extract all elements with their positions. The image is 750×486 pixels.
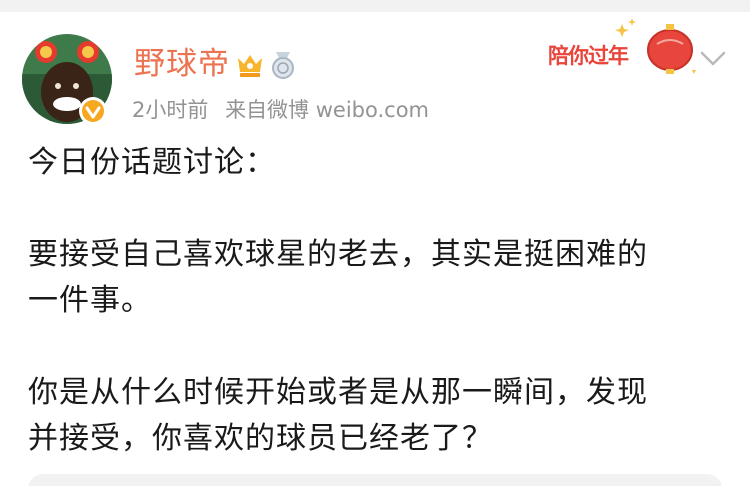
post-time: 2小时前: [132, 98, 209, 122]
verified-badge-icon: [78, 96, 108, 126]
new-year-promo-badge[interactable]: 陪你过年: [542, 14, 698, 76]
chevron-down-icon[interactable]: [700, 50, 726, 68]
post-text-line: 一件事。: [28, 283, 152, 318]
post-text-line: 要接受自己喜欢球星的老去，其实是挺困难的: [28, 237, 648, 272]
retweet-card-edge: [28, 474, 722, 486]
post-source[interactable]: 来自微博 weibo.com: [225, 98, 429, 122]
promo-label: 陪你过年: [548, 44, 629, 68]
medal-icon[interactable]: [268, 50, 298, 80]
post-text-line: 你是从什么时候开始或者是从那一瞬间，发现: [28, 375, 648, 410]
post-text-line: 并接受，你喜欢的球员已经老了？: [28, 421, 493, 456]
post-text-line: 今日份话题讨论：: [28, 145, 276, 180]
author-name[interactable]: 野球帝: [134, 46, 230, 82]
weibo-post-page: 野球帝 2小时前 来自微博 weibo.com 陪你过年 今日份话题讨论： 要接…: [0, 0, 750, 486]
post-body: 今日份话题讨论： 要接受自己喜欢球星的老去，其实是挺困难的 一件事。 你是从什么…: [28, 140, 728, 462]
post-meta: 2小时前 来自微博 weibo.com: [132, 96, 439, 124]
vip-crown-icon[interactable]: [234, 50, 266, 80]
top-divider: [0, 0, 750, 12]
